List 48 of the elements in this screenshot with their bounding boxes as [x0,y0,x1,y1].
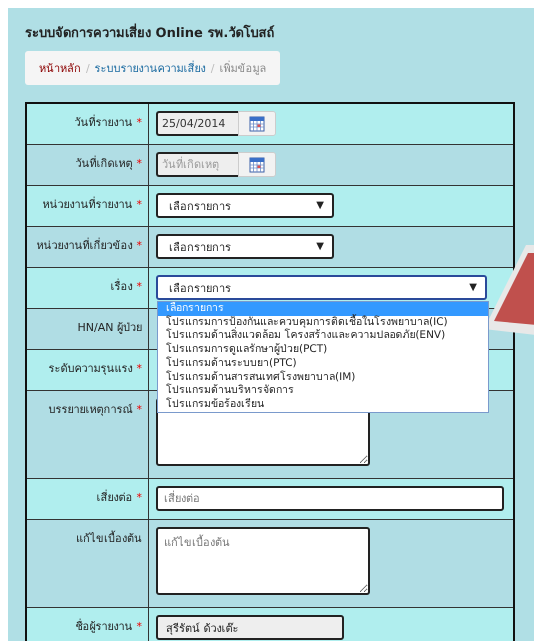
select-field[interactable]: เลือกรายการ ▼ [156,275,487,300]
date-field[interactable]: วันที่เกิดเหตุ [156,152,238,177]
breadcrumb-separator: / [210,62,214,74]
required-mark: * [136,116,142,129]
caret-icon: ▼ [316,200,324,211]
required-mark: * [136,362,142,375]
required-mark: * [136,198,142,211]
calendar-icon [249,116,265,132]
required-mark: * [136,280,142,293]
calendar-button[interactable] [238,111,276,136]
calendar-icon [249,156,265,172]
field-label: เสี่ยงต่อ [96,491,132,504]
field-label: หน่วยงานที่เกี่ยวข้อง [36,239,132,252]
textarea-field[interactable]: แก้ไขเบื้องต้น [156,527,370,595]
breadcrumb-link[interactable]: ระบบรายงานความเสี่ยง [94,59,206,77]
dropdown-option[interactable]: โปรแกรมการดูแลรักษาผู้ป่วย(PCT) [158,343,488,357]
required-mark: * [136,157,142,170]
field-label: แก้ไขเบื้องต้น [76,532,142,545]
reporter-field[interactable]: สุรีรัตน์ ด้วงเต๊ะ [156,615,344,640]
field-label: ระดับความรุนแรง [48,362,132,375]
field-label: เรื่อง [110,280,132,293]
required-mark: * [136,403,142,416]
required-mark: * [136,620,142,633]
breadcrumb-separator: / [86,62,90,74]
field-label: HN/AN ผู้ป่วย [78,321,142,334]
dropdown-option[interactable]: โปรแกรมการป้องกันและควบคุมการติดเชื้อในโรงพยาบาล(IC) [158,316,488,330]
calendar-button[interactable] [238,152,276,177]
dropdown-option[interactable]: โปรแกรมด้านระบบยา(PTC) [158,356,488,371]
dropdown-option[interactable]: โปรแกรมด้านสิ่งแวดล้อม โครงสร้างและความปลอดภัย(ENV) [158,329,488,344]
dropdown-option[interactable]: โปรแกรมข้อร้องเรียน [158,398,488,412]
caret-icon: ▼ [469,282,477,293]
field-label: ชื่อผู้รายงาน [76,620,132,633]
dropdown-option[interactable]: โปรแกรมด้านบริหารจัดการ [158,384,488,398]
breadcrumb-link[interactable]: หน้าหลัก [39,59,81,77]
field-label: บรรยายเหตุการณ์ [48,403,132,416]
caret-icon: ▼ [316,241,324,252]
field-label: หน่วยงานที่รายงาน [42,198,132,211]
field-label: วันที่เกิดเหตุ [76,157,132,170]
text-field[interactable]: เสี่ยงต่อ [156,486,504,511]
select-field[interactable]: เลือกรายการ ▼ [156,234,334,259]
select-field[interactable]: เลือกรายการ ▼ [156,193,334,218]
date-field[interactable]: 25/04/2014 [156,111,238,136]
breadcrumb-current: เพิ่มข้อมูล [219,60,266,77]
page-title: ระบบจัดการความเสี่ยง Online รพ.วัดโบสถ์ [25,22,534,43]
dropdown-option[interactable]: โปรแกรมด้านสารสนเทศโรงพยาบาล(IM) [158,370,488,384]
required-mark: * [136,491,142,504]
required-mark: * [136,239,142,252]
field-label: วันที่รายงาน [74,116,132,129]
